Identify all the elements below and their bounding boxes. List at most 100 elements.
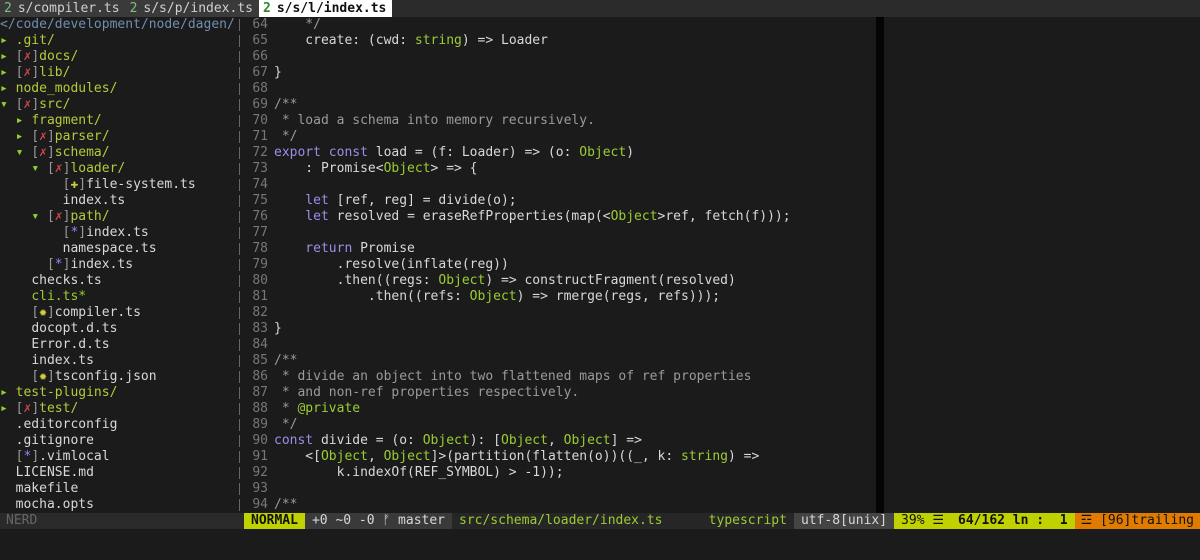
split-separator[interactable] xyxy=(238,17,242,513)
tree-file[interactable]: [✚]file-system.ts xyxy=(0,177,241,193)
code-line[interactable]: 90 const divide = (o: Object): [Object, O… xyxy=(244,433,1200,449)
tree-file[interactable]: makefile xyxy=(0,481,241,497)
code-line[interactable]: 68 xyxy=(244,81,1200,97)
tree-dir[interactable]: ▸ [✗]lib/ xyxy=(0,65,241,81)
code-line[interactable]: 88 * @private xyxy=(244,401,1200,417)
expanded-arrow-icon[interactable]: ▾ xyxy=(31,209,47,224)
tree-file[interactable]: index.ts xyxy=(0,193,241,209)
code-line[interactable]: 73 : Promise<Object> => { xyxy=(244,161,1200,177)
git-status-icon: [✗] xyxy=(46,161,71,176)
tree-file[interactable]: index.ts xyxy=(0,353,241,369)
expanded-arrow-icon[interactable]: ▾ xyxy=(16,145,32,160)
tree-dir[interactable]: ▸ fragment/ xyxy=(0,113,241,129)
collapsed-arrow-icon[interactable]: ▸ xyxy=(0,385,16,400)
line-number: 86 xyxy=(252,369,268,384)
code-token: export const xyxy=(274,145,376,160)
tab-window-count: 2 xyxy=(129,1,138,16)
code-line[interactable]: 75 let [ref, reg] = divide(o); xyxy=(244,193,1200,209)
code-line[interactable]: 69 /** xyxy=(244,97,1200,113)
code-line[interactable]: 87 * and non-ref properties respectively… xyxy=(244,385,1200,401)
tree-file[interactable]: checks.ts xyxy=(0,273,241,289)
line-number: 92 xyxy=(252,465,268,480)
tree-file[interactable]: LICENSE.md xyxy=(0,465,241,481)
tree-file[interactable]: cli.ts* xyxy=(0,289,241,305)
collapsed-arrow-icon[interactable]: ▸ xyxy=(0,33,16,48)
code-line[interactable]: 66 xyxy=(244,49,1200,65)
git-status-icon: [✗] xyxy=(31,145,55,160)
code-line[interactable]: 83} xyxy=(244,321,1200,337)
tree-file[interactable]: namespace.ts xyxy=(0,241,241,257)
line-number: 88 xyxy=(252,401,268,416)
tree-dir[interactable]: ▸ .git/ xyxy=(0,33,241,49)
code-line[interactable]: 85 /** xyxy=(244,353,1200,369)
code-line[interactable]: 84 xyxy=(244,337,1200,353)
git-status-icon: [✹] xyxy=(31,369,55,384)
code-line[interactable]: 92 k.indexOf(REF_SYMBOL) > -1)); xyxy=(244,465,1200,481)
line-number: 64 xyxy=(252,17,268,32)
tree-dir[interactable]: ▾ [✗]loader/ xyxy=(0,161,241,177)
code-line[interactable]: 81 .then((refs: Object) => rmerge(regs, … xyxy=(244,289,1200,305)
tree-file[interactable]: .gitignore xyxy=(0,433,241,449)
code-line[interactable]: 79 .resolve(inflate(reg)) xyxy=(244,257,1200,273)
code-token: Object xyxy=(383,161,431,176)
tree-entry-name: mocha.opts xyxy=(15,497,94,512)
line-number: 76 xyxy=(252,209,268,224)
collapsed-arrow-icon[interactable]: ▸ xyxy=(16,129,32,144)
code-line[interactable]: 72 export const load = (f: Loader) => (o:… xyxy=(244,145,1200,161)
tree-file[interactable]: docopt.d.ts xyxy=(0,321,241,337)
tree-dir[interactable]: ▸ [✗]docs/ xyxy=(0,49,241,65)
tree-file[interactable]: mocha.opts xyxy=(0,497,241,513)
tree-dir[interactable]: ▸ test-plugins/ xyxy=(0,385,241,401)
code-line[interactable]: 74 xyxy=(244,177,1200,193)
tree-file[interactable]: [*]index.ts xyxy=(0,257,241,273)
tree-file[interactable]: [✹]compiler.ts xyxy=(0,305,241,321)
collapsed-arrow-icon[interactable]: ▸ xyxy=(0,401,16,416)
code-line[interactable]: 76 let resolved = eraseRefProperties(map… xyxy=(244,209,1200,225)
tab-2[interactable]: 2 s/s/l/index.ts xyxy=(258,0,393,17)
tree-dir[interactable]: ▸ [✗]parser/ xyxy=(0,129,241,145)
tree-file[interactable]: .editorconfig xyxy=(0,417,241,433)
command-line[interactable] xyxy=(0,529,1200,560)
tree-root-path[interactable]: </code/development/node/dagen/ xyxy=(0,17,241,33)
tree-dir[interactable]: ▾ [✗]path/ xyxy=(0,209,241,225)
tree-file[interactable]: [*].vimlocal xyxy=(0,449,241,465)
code-line[interactable]: 65 create: (cwd: string) => Loader xyxy=(244,33,1200,49)
code-line[interactable]: 91 <[Object, Object]>(partition(flatten(… xyxy=(244,449,1200,465)
collapsed-arrow-icon[interactable]: ▸ xyxy=(0,81,16,96)
tab-0[interactable]: 2 s/compiler.ts xyxy=(0,0,126,17)
collapsed-arrow-icon[interactable]: ▸ xyxy=(0,49,16,64)
expanded-arrow-icon[interactable]: ▾ xyxy=(31,161,47,176)
line-number: 82 xyxy=(252,305,268,320)
code-line[interactable]: 86 * divide an object into two flattened… xyxy=(244,369,1200,385)
code-line[interactable]: 80 .then((regs: Object) => constructFrag… xyxy=(244,273,1200,289)
code-line[interactable]: 94 /** xyxy=(244,497,1200,513)
collapsed-arrow-icon[interactable]: ▸ xyxy=(0,65,16,80)
code-editor[interactable]: 64 */65 create: (cwd: string) => Loader 6… xyxy=(244,17,1200,513)
tab-1[interactable]: 2 s/s/p/index.ts xyxy=(125,0,259,17)
tree-file[interactable]: [*]index.ts xyxy=(0,225,241,241)
tree-dir[interactable]: ▾ [✗]src/ xyxy=(0,97,241,113)
expanded-arrow-icon[interactable]: ▾ xyxy=(0,97,16,112)
code-line[interactable]: 64 */ xyxy=(244,17,1200,33)
code-line[interactable]: 71 */ xyxy=(244,129,1200,145)
tree-file[interactable]: Error.d.ts xyxy=(0,337,241,353)
line-number: 72 xyxy=(252,145,268,160)
tab-line: 2 s/compiler.ts 2 s/s/p/index.ts 2 s/s/l/inde… xyxy=(0,0,1200,17)
collapsed-arrow-icon[interactable]: ▸ xyxy=(16,113,32,128)
code-line[interactable]: 70 * load a schema into memory recursive… xyxy=(244,113,1200,129)
code-line[interactable]: 67} xyxy=(244,65,1200,81)
code-line[interactable]: 77 xyxy=(244,225,1200,241)
code-line[interactable]: 78 return Promise xyxy=(244,241,1200,257)
code-line[interactable]: 89 */ xyxy=(244,417,1200,433)
tree-dir[interactable]: ▾ [✗]schema/ xyxy=(0,145,241,161)
tree-file[interactable]: [✹]tsconfig.json xyxy=(0,369,241,385)
tree-dir[interactable]: ▸ node_modules/ xyxy=(0,81,241,97)
code-line[interactable]: 82 xyxy=(244,305,1200,321)
code-token: /** xyxy=(274,353,298,368)
tree-dir[interactable]: ▸ [✗]test/ xyxy=(0,401,241,417)
code-line[interactable]: 93 xyxy=(244,481,1200,497)
